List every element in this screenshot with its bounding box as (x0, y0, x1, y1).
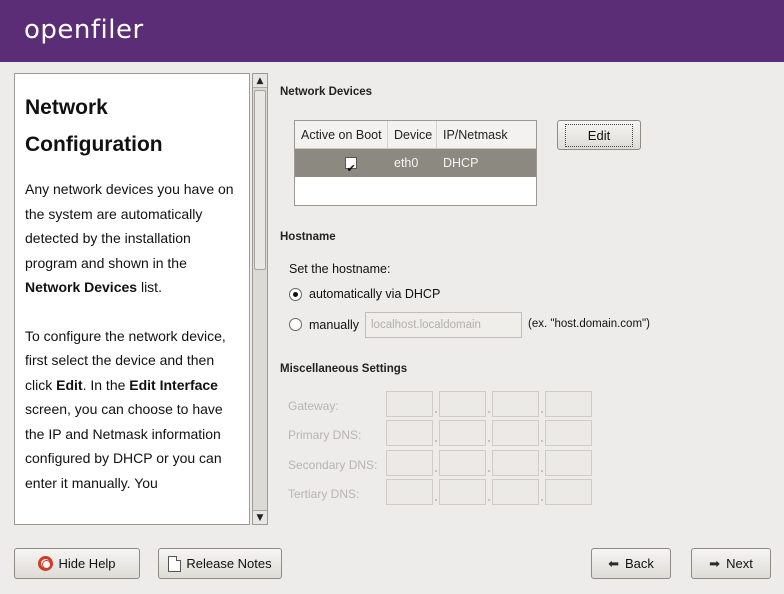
primary-dns-octet-input[interactable] (545, 420, 592, 446)
octet-separator (488, 440, 490, 442)
octet-separator (435, 440, 437, 442)
help-text: Any network devices you have on the syst… (25, 181, 234, 271)
help-title-line2: Configuration (25, 133, 163, 156)
scroll-down-arrow-icon[interactable]: ▼ (253, 510, 267, 524)
next-button[interactable]: ➡ Next (691, 548, 771, 579)
back-label: Back (625, 556, 654, 571)
hostname-prompt: Set the hostname: (289, 262, 391, 276)
secondary-dns-label: Secondary DNS: (288, 458, 378, 472)
hide-help-button[interactable]: Hide Help (14, 548, 140, 579)
secondary-dns-octet-input[interactable] (386, 450, 433, 476)
hide-help-label: Hide Help (58, 556, 116, 571)
secondary-dns-octet-input[interactable] (439, 450, 486, 476)
gateway-octet-input[interactable] (492, 391, 539, 417)
primary-dns-label: Primary DNS: (288, 428, 362, 442)
edit-button[interactable]: Edit (557, 120, 641, 150)
misc-settings-title: Miscellaneous Settings (280, 363, 408, 375)
hostname-example: (ex. "host.domain.com") (528, 318, 650, 330)
arrow-right-icon: ➡ (709, 555, 721, 571)
octet-separator (541, 411, 543, 413)
octet-separator (541, 470, 543, 472)
octet-separator (488, 499, 490, 501)
tertiary-dns-octet-input[interactable] (545, 479, 592, 505)
scrollbar-thumb[interactable] (254, 90, 266, 270)
table-header: Active on Boot Device IP/Netmask (295, 121, 536, 149)
tertiary-dns-octet-input[interactable] (386, 479, 433, 505)
device-cell: eth0 (394, 156, 419, 170)
octet-separator (435, 411, 437, 413)
lifebuoy-icon (38, 556, 54, 571)
help-scrollbar[interactable]: ▲ ▼ (252, 73, 268, 525)
help-text: screen, you can choose to have the IP an… (25, 401, 223, 491)
primary-dns-octet-input[interactable] (492, 420, 539, 446)
tertiary-dns-octet-input[interactable] (492, 479, 539, 505)
release-notes-button[interactable]: Release Notes (158, 548, 282, 579)
hostname-manual-label[interactable]: manually (309, 318, 359, 332)
octet-separator (541, 440, 543, 442)
help-panel: Network Configuration Any network device… (14, 73, 250, 525)
help-text-bold: Edit Interface (129, 376, 218, 393)
gateway-octet-input[interactable] (545, 391, 592, 417)
active-on-boot-checkbox[interactable] (344, 155, 357, 183)
scroll-up-arrow-icon[interactable]: ▲ (253, 74, 267, 88)
table-row[interactable]: eth0 DHCP (295, 149, 536, 183)
gateway-octet-input[interactable] (386, 391, 433, 417)
help-text-bold: Network Devices (25, 279, 138, 295)
help-text: list. (137, 279, 162, 295)
help-title-line1: Network (25, 96, 108, 119)
help-text: . In the (82, 376, 130, 393)
octet-separator (435, 470, 437, 472)
release-notes-label: Release Notes (186, 556, 272, 571)
help-paragraph-1: Any network devices you have on the syst… (25, 177, 243, 300)
help-paragraph-2: To configure the network device, first s… (25, 324, 243, 496)
octet-separator (488, 470, 490, 472)
back-button[interactable]: ⬅ Back (591, 548, 671, 579)
gateway-octet-input[interactable] (439, 391, 486, 417)
help-title: Network Configuration (25, 89, 243, 163)
ip-netmask-cell: DHCP (443, 156, 479, 170)
help-text-bold: Edit (56, 376, 83, 393)
secondary-dns-octet-input[interactable] (492, 450, 539, 476)
network-devices-table[interactable]: Active on Boot Device IP/Netmask eth0 DH… (294, 120, 537, 206)
primary-dns-octet-input[interactable] (439, 420, 486, 446)
column-active-on-boot[interactable]: Active on Boot (295, 121, 388, 148)
document-icon (168, 555, 182, 572)
secondary-dns-octet-input[interactable] (545, 450, 592, 476)
openfiler-logo: openfiler (24, 15, 144, 45)
edit-button-label: Edit (564, 123, 634, 147)
octet-separator (488, 411, 490, 413)
hostname-input[interactable]: localhost.localdomain (365, 312, 522, 338)
gateway-label: Gateway: (288, 399, 339, 413)
hostname-auto-label[interactable]: automatically via DHCP (309, 287, 440, 301)
hostname-title: Hostname (280, 231, 336, 243)
active-on-boot-cell (295, 149, 388, 183)
arrow-left-icon: ⬅ (608, 555, 619, 571)
next-label: Next (726, 556, 753, 571)
hostname-manual-radio[interactable] (289, 318, 302, 331)
octet-separator (541, 499, 543, 501)
column-device[interactable]: Device (388, 121, 437, 148)
primary-dns-octet-input[interactable] (386, 420, 433, 446)
hostname-auto-radio[interactable] (289, 288, 302, 301)
octet-separator (435, 499, 437, 501)
tertiary-dns-octet-input[interactable] (439, 479, 486, 505)
tertiary-dns-label: Tertiary DNS: (288, 487, 360, 501)
network-devices-title: Network Devices (280, 86, 373, 98)
column-ip-netmask[interactable]: IP/Netmask (437, 121, 536, 148)
header-banner: openfiler (0, 0, 784, 62)
